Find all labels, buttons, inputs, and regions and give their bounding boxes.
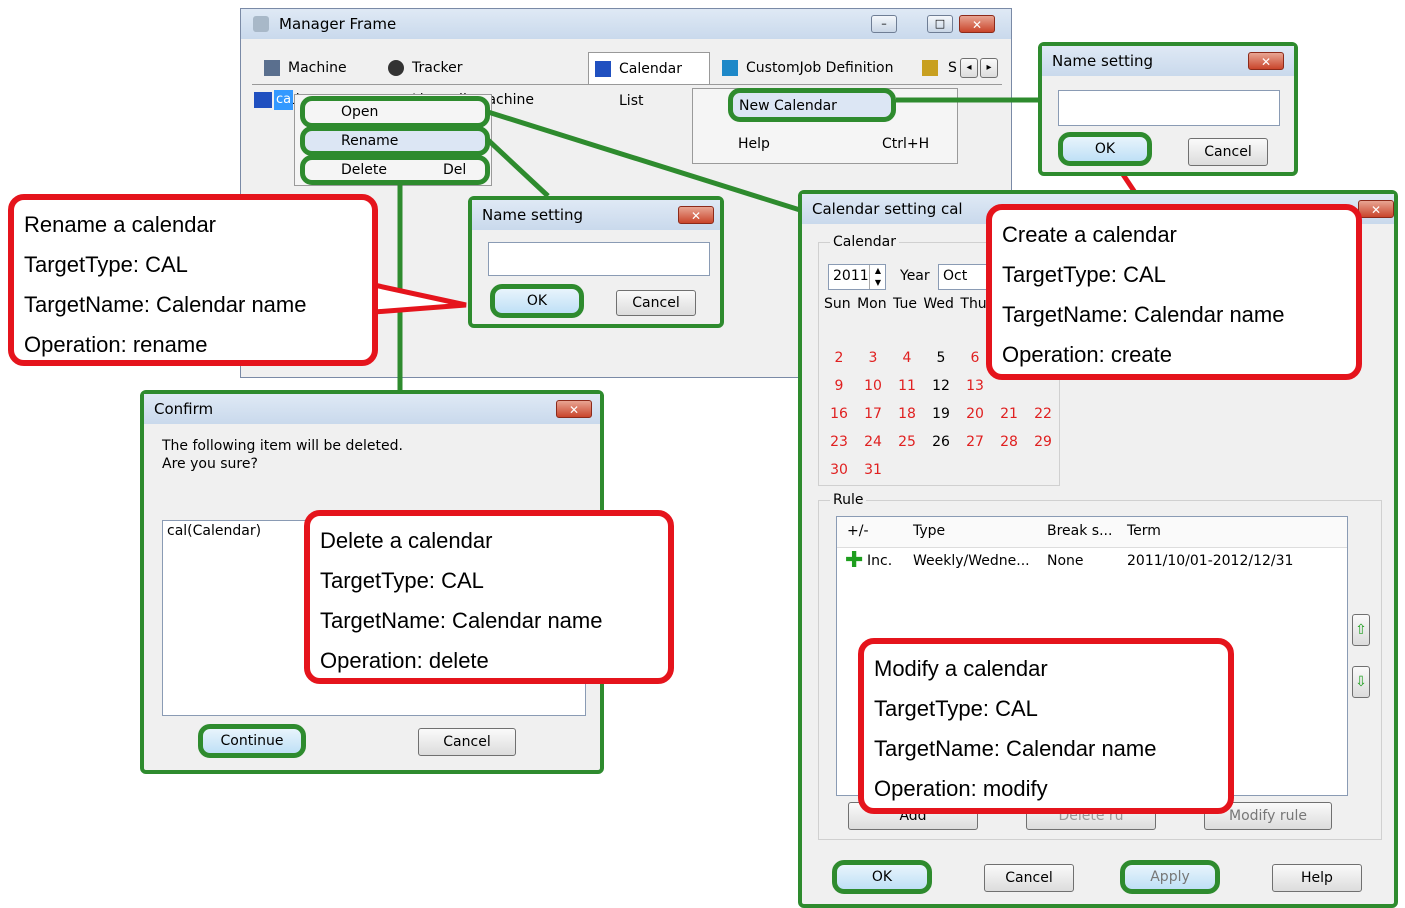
calendar-help-button[interactable]: Help: [1272, 864, 1362, 892]
name-input[interactable]: [488, 242, 710, 276]
calendar-day[interactable]: 24: [856, 428, 890, 456]
rule-group-label: Rule: [830, 492, 867, 508]
calendar-day[interactable]: 21: [992, 400, 1026, 428]
calendar-day[interactable]: 4: [890, 344, 924, 372]
include-plus-icon: ✚: [845, 548, 864, 573]
calendar-day[interactable]: 3: [856, 344, 890, 372]
calendar-day[interactable]: 29: [1026, 428, 1060, 456]
calendar-group-label: Calendar: [830, 234, 899, 250]
year-spinner[interactable]: 2011 ▲ ▼: [828, 264, 886, 290]
calendar-week-row: 23 24 25 26 27 28 29: [822, 428, 1060, 456]
calendar-day[interactable]: 5: [924, 344, 958, 372]
callout-create: Create a calendar TargetType: CAL Target…: [986, 204, 1362, 380]
delete-item: cal(Calendar): [167, 523, 262, 539]
calendar-day[interactable]: 10: [856, 372, 890, 400]
calendar-week-row: 30 31: [822, 456, 1060, 484]
calendar-cancel-button[interactable]: Cancel: [984, 864, 1074, 892]
callout-rename: Rename a calendar TargetType: CAL Target…: [8, 194, 378, 366]
calendar-day[interactable]: 31: [856, 456, 890, 484]
year-label: Year: [900, 268, 930, 284]
calendar-day[interactable]: 11: [890, 372, 924, 400]
calendar-day[interactable]: 17: [856, 400, 890, 428]
confirm-message-line2: Are you sure?: [162, 456, 258, 472]
confirm-cancel-button[interactable]: Cancel: [418, 728, 516, 756]
calendar-day[interactable]: 22: [1026, 400, 1060, 428]
connector-rename: [486, 138, 550, 198]
spinner-arrows-icon[interactable]: ▲ ▼: [869, 265, 886, 289]
move-down-button[interactable]: ⇩: [1352, 666, 1370, 698]
close-icon[interactable]: ✕: [556, 400, 592, 418]
callout-pointer-rename: [373, 282, 467, 315]
close-icon[interactable]: ✕: [678, 206, 714, 224]
rule-list-header: +/- Type Break s... Term: [837, 517, 1347, 548]
calendar-day[interactable]: 13: [958, 372, 992, 400]
calendar-day[interactable]: 27: [958, 428, 992, 456]
calendar-day[interactable]: 12: [924, 372, 958, 400]
confirm-titlebar: Confirm: [144, 394, 600, 424]
calendar-day[interactable]: 26: [924, 428, 958, 456]
callout-modify: Modify a calendar TargetType: CAL Target…: [858, 638, 1234, 814]
continue-button[interactable]: Continue: [198, 724, 306, 758]
weekday-header: Sun Mon Tue Wed Thu: [824, 296, 987, 312]
cancel-button[interactable]: Cancel: [616, 290, 696, 316]
rule-row[interactable]: ✚ Inc. Weekly/Wedne... None 2011/10/01-2…: [837, 549, 1347, 573]
cancel-button-top[interactable]: Cancel: [1188, 138, 1268, 166]
close-icon[interactable]: ✕: [1248, 52, 1284, 70]
name-input-top[interactable]: [1058, 90, 1280, 126]
calendar-day[interactable]: 18: [890, 400, 924, 428]
confirm-message-line1: The following item will be deleted.: [162, 438, 403, 454]
ok-button-top[interactable]: OK: [1058, 132, 1152, 166]
calendar-day[interactable]: 23: [822, 428, 856, 456]
calendar-day[interactable]: 28: [992, 428, 1026, 456]
calendar-day[interactable]: 16: [822, 400, 856, 428]
calendar-day[interactable]: 2: [822, 344, 856, 372]
callout-delete: Delete a calendar TargetType: CAL Target…: [304, 510, 674, 684]
month-select[interactable]: Oct: [938, 264, 988, 290]
ok-button[interactable]: OK: [490, 284, 584, 318]
calendar-ok-button[interactable]: OK: [832, 860, 932, 894]
calendar-day[interactable]: 20: [958, 400, 992, 428]
calendar-day[interactable]: 25: [890, 428, 924, 456]
move-up-button[interactable]: ⇧: [1352, 614, 1370, 646]
calendar-apply-button[interactable]: Apply: [1120, 860, 1220, 894]
close-icon[interactable]: ✕: [1358, 200, 1394, 218]
calendar-day[interactable]: 9: [822, 372, 856, 400]
calendar-week-row: 16 17 18 19 20 21 22: [822, 400, 1060, 428]
calendar-day[interactable]: 19: [924, 400, 958, 428]
calendar-day[interactable]: 30: [822, 456, 856, 484]
